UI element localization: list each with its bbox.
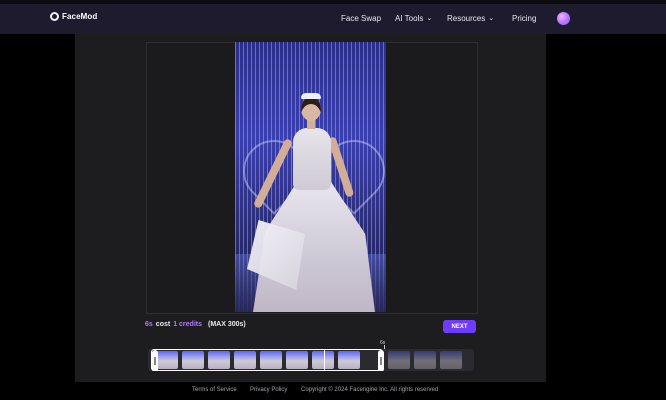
- chevron-down-icon: ⌄: [426, 14, 433, 22]
- logo-text: FaceMod: [62, 12, 98, 21]
- timeline-frame: [440, 351, 462, 369]
- max-duration: (MAX 300s): [208, 321, 246, 328]
- duration-value: 6s: [145, 321, 153, 328]
- figure-tiara: [301, 93, 321, 99]
- cost-word: cost: [155, 321, 171, 328]
- nav-pricing[interactable]: Pricing: [512, 14, 536, 23]
- timeline-selection[interactable]: [151, 349, 384, 371]
- nav-face-swap[interactable]: Face Swap: [341, 14, 381, 23]
- video-timeline[interactable]: [148, 349, 474, 371]
- timeline-playhead[interactable]: [324, 350, 325, 370]
- video-preview[interactable]: [235, 42, 386, 312]
- facemod-logo-icon: [50, 12, 59, 21]
- nav-resources-label: Resources: [447, 14, 486, 23]
- timeline-frame: [414, 351, 436, 369]
- logo[interactable]: FaceMod: [50, 12, 97, 21]
- chevron-down-icon: ⌄: [488, 14, 495, 22]
- cost-summary: 6s cost 1 credits (MAX 300s): [145, 321, 246, 328]
- figure-bodice: [293, 128, 331, 190]
- page: FaceMod Face Swap AI Tools ⌄ Resources ⌄…: [0, 0, 666, 400]
- credits-value: 1 credits: [173, 321, 202, 328]
- figure-head: [301, 97, 321, 121]
- nav-ai-tools[interactable]: AI Tools ⌄: [395, 14, 432, 23]
- trim-handle-right[interactable]: [378, 350, 384, 371]
- timeline-frame: [388, 351, 410, 369]
- nav-face-swap-label: Face Swap: [341, 14, 382, 23]
- privacy-link[interactable]: Privacy Policy: [250, 387, 287, 393]
- trim-handle-left[interactable]: [152, 350, 158, 371]
- footer: Terms of Service Privacy Policy Copyrigh…: [0, 382, 666, 400]
- top-navbar: FaceMod Face Swap AI Tools ⌄ Resources ⌄…: [0, 4, 666, 34]
- nav-ai-tools-label: AI Tools: [395, 14, 424, 23]
- playhead-time-label: 6s: [380, 340, 386, 346]
- next-button[interactable]: NEXT: [443, 320, 476, 333]
- nav-resources[interactable]: Resources ⌄: [447, 14, 494, 23]
- user-avatar[interactable]: [557, 12, 570, 25]
- terms-link[interactable]: Terms of Service: [192, 387, 237, 393]
- nav-pricing-label: Pricing: [512, 14, 537, 23]
- copyright-text: Copyright © 2024 Facengine Inc. All righ…: [301, 387, 439, 393]
